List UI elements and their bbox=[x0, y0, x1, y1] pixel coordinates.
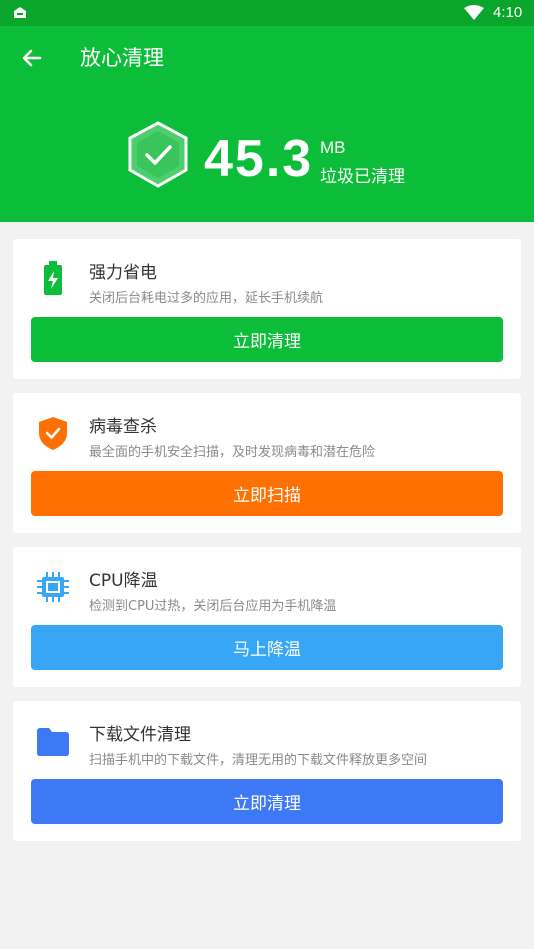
card-title: CPU降温 bbox=[89, 571, 158, 591]
battery-charging-icon bbox=[44, 261, 62, 295]
card-description: 检测到CPU过热，关闭后台应用为手机降温 bbox=[89, 599, 337, 614]
header: 放心清理 45.3 MB 垃圾已清理 bbox=[0, 26, 534, 222]
card-title: 下载文件清理 bbox=[89, 725, 191, 745]
folder-icon bbox=[37, 728, 69, 756]
scan-now-button[interactable]: 立即扫描 bbox=[31, 471, 503, 516]
cool-down-button[interactable]: 马上降温 bbox=[31, 625, 503, 670]
cleaned-amount: 45.3 bbox=[204, 130, 314, 188]
clean-downloads-button[interactable]: 立即清理 bbox=[31, 779, 503, 824]
back-arrow-icon[interactable] bbox=[18, 44, 46, 72]
cpu-chip-icon bbox=[37, 572, 69, 602]
card-description: 关闭后台耗电过多的应用，延长手机续航 bbox=[89, 291, 324, 306]
card-description: 扫描手机中的下载文件，清理无用的下载文件释放更多空间 bbox=[89, 753, 428, 768]
status-time: 4:10 bbox=[493, 4, 523, 21]
card-download-cleanup: 下载文件清理 扫描手机中的下载文件，清理无用的下载文件释放更多空间 立即清理 bbox=[13, 701, 521, 841]
shield-check-icon bbox=[128, 121, 188, 188]
card-power-saving: 强力省电 关闭后台耗电过多的应用，延长手机续航 立即清理 bbox=[13, 239, 521, 379]
page-title: 放心清理 bbox=[80, 46, 164, 70]
shield-check-icon bbox=[39, 417, 67, 450]
status-bar: 4:10 bbox=[0, 0, 534, 26]
card-title: 强力省电 bbox=[89, 263, 157, 283]
card-description: 最全面的手机安全扫描，及时发现病毒和潜在危险 bbox=[89, 445, 376, 460]
app-notification-icon bbox=[14, 7, 26, 18]
card-cpu-cooling: CPU降温 检测到CPU过热，关闭后台应用为手机降温 马上降温 bbox=[13, 547, 521, 687]
clean-now-button[interactable]: 立即清理 bbox=[31, 317, 503, 362]
cleaned-label: 垃圾已清理 bbox=[320, 167, 405, 187]
wifi-icon bbox=[464, 5, 484, 20]
card-title: 病毒查杀 bbox=[89, 417, 157, 437]
amount-unit: MB bbox=[320, 138, 346, 157]
card-virus-scan: 病毒查杀 最全面的手机安全扫描，及时发现病毒和潜在危险 立即扫描 bbox=[13, 393, 521, 533]
